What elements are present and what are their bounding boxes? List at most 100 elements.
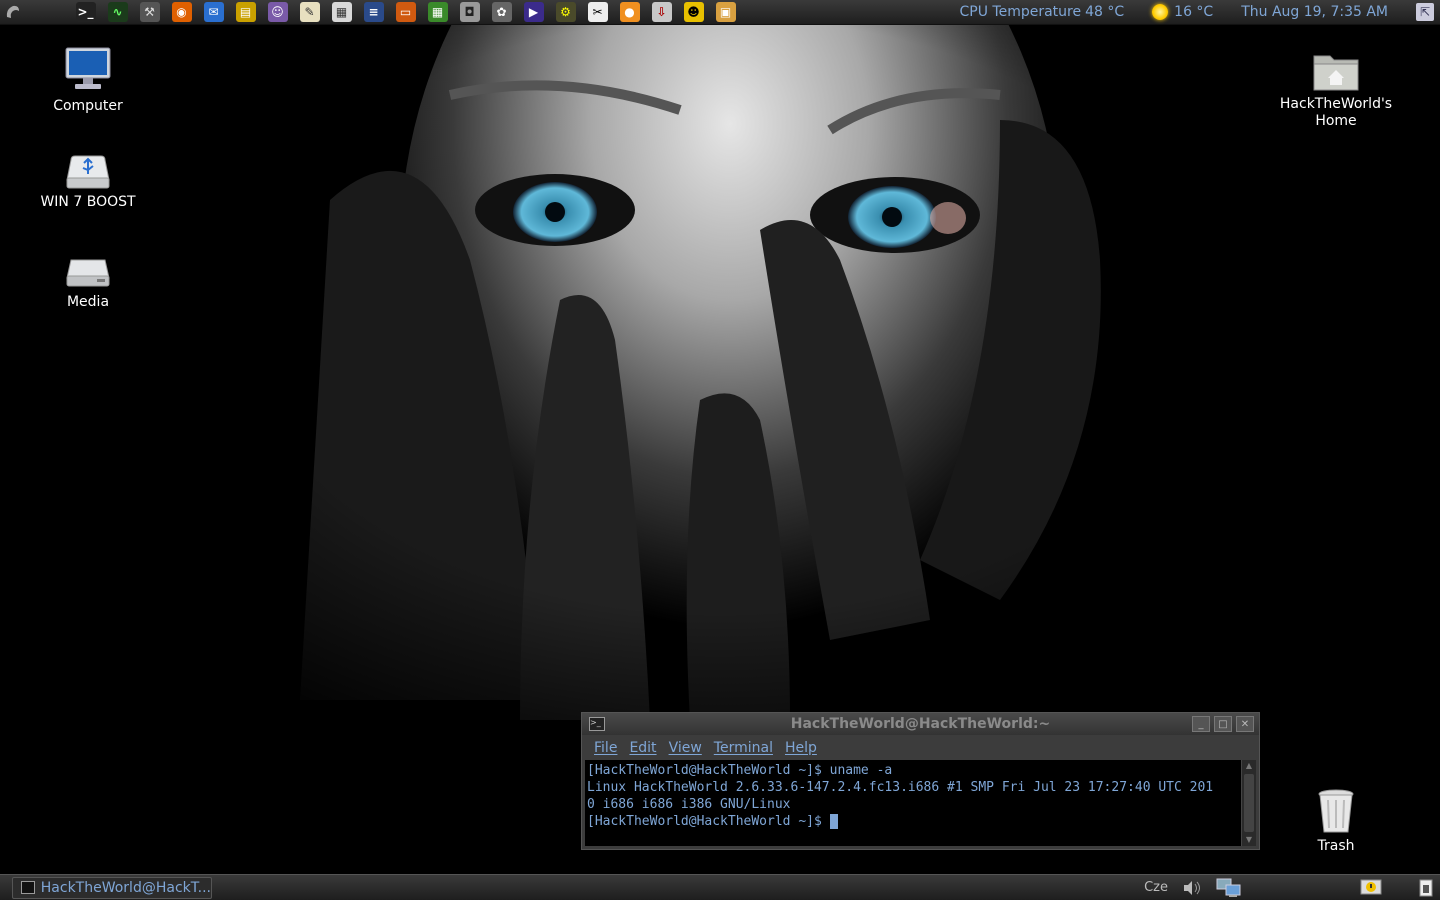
terminal-icon: >_ [75,2,96,22]
firefox-icon: ◉ [171,2,192,22]
network-launcher[interactable]: ⚙ [552,1,579,23]
firefox-launcher[interactable]: ◉ [168,1,195,23]
network-icon: ⚙ [555,2,576,22]
hammer-icon: ⚒ [139,2,160,22]
terminal-icon: >_ [589,717,605,731]
scroll-down-icon[interactable]: ▼ [1242,834,1256,846]
text-editor-launcher[interactable]: ✎ [296,1,323,23]
package-icon: ⇩ [651,2,672,22]
scroll-up-icon[interactable]: ▲ [1242,760,1256,772]
network-icon[interactable] [1216,878,1242,898]
system-monitor-launcher[interactable]: ∿ [104,1,131,23]
weather-temperature: 16 °C [1174,4,1214,20]
home-folder-icon [1313,55,1359,91]
maximize-button[interactable]: □ [1214,716,1232,732]
menu-help[interactable]: Help [779,740,823,756]
cpu-temperature-applet[interactable]: CPU Temperature 48 °C [960,4,1125,20]
desktop-icon-home-label: HackTheWorld's Home [1279,96,1393,129]
document-launcher[interactable]: ≡ [360,1,387,23]
main-menu-button[interactable] [2,1,24,23]
terminal-menubar: File Edit View Terminal Help [582,735,1259,760]
pidgin-launcher[interactable]: ☺ [264,1,291,23]
calculator-launcher[interactable]: ▦ [328,1,355,23]
sun-icon [1152,4,1169,20]
terminal-line: [HackTheWorld@HackTheWorld ~]$ uname -a [587,763,893,778]
show-desktop-icon[interactable] [1418,879,1434,897]
desktop-icon-home[interactable]: HackTheWorld's Home [1279,50,1393,130]
cpu-temperature-label: CPU Temperature [959,4,1082,20]
terminal-icon [21,881,35,894]
presentation-launcher[interactable]: ▭ [392,1,419,23]
terminal-scrollbar[interactable]: ▲ ▼ [1241,760,1256,846]
desktop-icon-trash[interactable]: Trash [1281,788,1391,855]
volume-icon[interactable] [1182,880,1202,896]
terminal-line: 0 i686 i686 i386 GNU/Linux [587,797,791,812]
document-icon: ≡ [363,2,384,22]
desktop-icon-usb-label: WIN 7 BOOST [40,194,136,210]
keyboard-layout-indicator[interactable]: Cze [1144,880,1168,895]
spreadsheet-launcher[interactable]: ▦ [424,1,451,23]
desktop-icon-media[interactable]: Media [33,256,143,311]
terminal-launcher[interactable]: >_ [72,1,99,23]
update-notifier-icon[interactable] [1360,879,1382,897]
desktop-icon-usb[interactable]: WIN 7 BOOST [33,154,143,211]
desktop-icon-trash-label: Trash [1317,838,1355,854]
text-editor-icon: ✎ [299,2,320,22]
file-manager-launcher[interactable]: ▤ [232,1,259,23]
tux-launcher[interactable]: ☻ [680,1,707,23]
computer-icon [65,47,111,89]
archive-icon: ▣ [715,2,736,22]
logout-icon[interactable]: ⇱ [1416,3,1434,21]
desktop-icon-media-label: Media [66,294,110,310]
terminal-title: HackTheWorld@HackTheWorld:~ [790,716,1051,732]
terminal-window[interactable]: >_ HackTheWorld@HackTheWorld:~ _ □ ✕ Fil… [581,712,1260,850]
spreadsheet-icon: ▦ [427,2,448,22]
hard-drive-icon [66,259,110,287]
usb-drive-icon [66,155,110,189]
taskbar-item-label: HackTheWorld@HackT... [40,879,211,896]
terminal-titlebar[interactable]: >_ HackTheWorld@HackTheWorld:~ _ □ ✕ [582,713,1259,735]
weather-applet[interactable]: 16 °C [1152,4,1213,20]
clock[interactable]: Thu Aug 19, 7:35 AM [1241,4,1388,20]
film-icon: ✂ [587,2,608,22]
tools-launcher[interactable]: ⚒ [136,1,163,23]
terminal-prompt-line: [HackTheWorld@HackTheWorld ~]$ [587,813,1241,830]
cpu-temperature-value: 48 °C [1085,4,1125,20]
calculator-icon: ▦ [331,2,352,22]
taskbar-item-terminal[interactable]: HackTheWorld@HackT... [12,876,212,899]
screenshot-launcher[interactable]: ◘ [456,1,483,23]
text-cursor [829,814,838,829]
burner-launcher[interactable]: ● [616,1,643,23]
launcher-bar: >_ ∿ ⚒ ◉ ✉ ▤ ☺ ✎ ▦ ≡ ▭ ▦ ◘ ✿ ▶ ⚙ ✂ ● ⇩ ☻ ▣ [72,1,739,23]
system-monitor-icon: ∿ [107,2,128,22]
terminal-prompt: [HackTheWorld@HackTheWorld ~]$ [587,814,830,829]
close-button[interactable]: ✕ [1236,716,1254,732]
media-player-icon: ▶ [523,2,544,22]
trash-icon [1318,789,1354,833]
top-panel: >_ ∿ ⚒ ◉ ✉ ▤ ☺ ✎ ▦ ≡ ▭ ▦ ◘ ✿ ▶ ⚙ ✂ ● ⇩ ☻ ▣ CPU Temperature 4… [0,0,1440,25]
desktop-icon-computer[interactable]: Computer [33,46,143,115]
terminal-line: Linux HackTheWorld 2.6.33.6-147.2.4.fc13… [587,780,1214,795]
thunderbird-icon: ✉ [203,2,224,22]
gimp-icon: ✿ [491,2,512,22]
installer-launcher[interactable]: ⇩ [648,1,675,23]
menu-view[interactable]: View [663,740,708,756]
media-player-launcher[interactable]: ▶ [520,1,547,23]
menu-file[interactable]: File [588,740,623,756]
pidgin-icon: ☺ [267,2,288,22]
bottom-panel: HackTheWorld@HackT... Cze [0,874,1440,900]
menu-terminal[interactable]: Terminal [708,740,779,756]
folder-icon: ▤ [235,2,256,22]
video-editor-launcher[interactable]: ✂ [584,1,611,23]
thunderbird-launcher[interactable]: ✉ [200,1,227,23]
scroll-thumb[interactable] [1244,774,1254,832]
tux-icon: ☻ [683,2,704,22]
minimize-button[interactable]: _ [1192,716,1210,732]
archive-launcher[interactable]: ▣ [712,1,739,23]
terminal-output[interactable]: [HackTheWorld@HackTheWorld ~]$ uname -a L… [585,760,1241,846]
gimp-launcher[interactable]: ✿ [488,1,515,23]
presentation-icon: ▭ [395,2,416,22]
menu-edit[interactable]: Edit [623,740,662,756]
camera-icon: ◘ [459,2,480,22]
disc-burner-icon: ● [619,2,640,22]
